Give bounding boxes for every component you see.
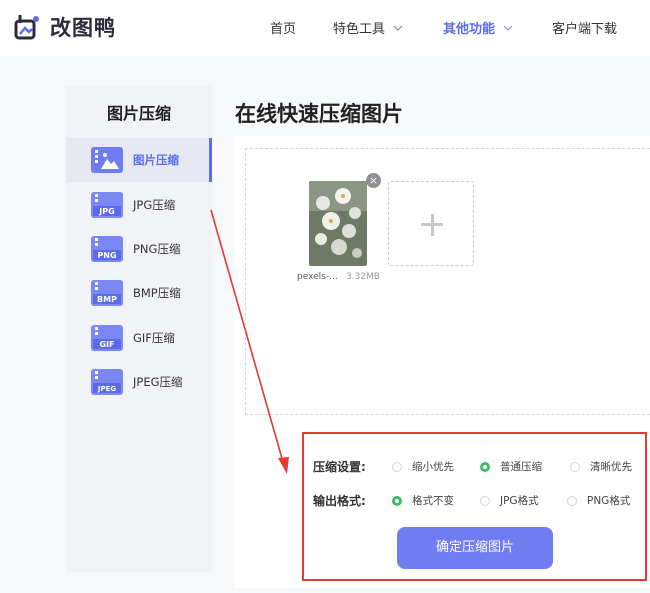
add-image-button[interactable] — [388, 181, 474, 266]
jpeg-file-icon: JPEG — [91, 369, 123, 395]
option-label: 格式不变 — [412, 495, 454, 507]
option-label: PNG格式 — [587, 495, 631, 507]
sidebar-item-label: JPEG压缩 — [133, 375, 183, 389]
png-file-icon-text: PNG — [97, 251, 116, 260]
sidebar-title: 图片压缩 — [106, 104, 171, 123]
chevron-down-icon — [393, 25, 403, 31]
sidebar-item-image-compress[interactable]: 图片压缩 — [66, 138, 212, 182]
option-keep-format[interactable]: 格式不变 — [392, 493, 454, 508]
gif-file-icon-text: GIF — [99, 340, 114, 349]
option-clarity-first[interactable]: 清晰优先 — [570, 459, 632, 474]
file-size: 3.32MB — [346, 272, 380, 282]
radio-normal-compress[interactable] — [480, 461, 490, 472]
option-label: 清晰优先 — [590, 461, 632, 473]
png-file-icon: PNG — [91, 236, 123, 262]
jpg-file-icon-text: JPG — [98, 207, 114, 216]
page-title: 在线快速压缩图片 — [235, 102, 403, 126]
confirm-compress-button[interactable]: 确定压缩图片 — [397, 527, 553, 569]
sidebar-item-jpeg-compress[interactable]: JPEG JPEG压缩 — [66, 360, 212, 404]
nav-special-tools[interactable]: 特色工具 — [333, 18, 403, 37]
nav-home[interactable]: 首页 — [270, 18, 296, 37]
sidebar-item-png-compress[interactable]: PNG PNG压缩 — [66, 227, 212, 271]
nav-special-tools-label: 特色工具 — [333, 22, 386, 37]
jpeg-file-icon-text: JPEG — [97, 385, 117, 393]
bmp-file-icon-text: BMP — [97, 295, 117, 304]
radio-shrink-first[interactable] — [392, 461, 402, 472]
option-png-format[interactable]: PNG格式 — [567, 493, 630, 508]
image-file-icon — [91, 147, 123, 173]
nav-home-label: 首页 — [270, 22, 297, 37]
sidebar-item-gif-compress[interactable]: GIF GIF压缩 — [66, 316, 212, 360]
radio-png-format[interactable] — [567, 495, 577, 506]
bmp-file-icon: BMP — [91, 280, 123, 306]
plus-icon-vertical — [430, 214, 434, 236]
remove-image-close-icon[interactable]: × — [366, 173, 381, 188]
jpg-file-icon: JPG — [91, 192, 123, 218]
flower-photo-image — [309, 181, 367, 266]
sidebar-item-label: GIF压缩 — [133, 331, 175, 345]
option-shrink-first[interactable]: 缩小优先 — [392, 459, 454, 474]
output-format-label: 输出格式: — [313, 494, 366, 508]
sidebar-item-label: BMP压缩 — [133, 286, 181, 300]
nav-other-features-label: 其他功能 — [443, 22, 496, 37]
nav-other-features[interactable]: 其他功能 — [443, 18, 513, 37]
sidebar: 图片压缩 图片压缩 JPG JPG压缩 PNG PNG压缩 BMP BMP压缩 … — [66, 86, 212, 572]
radio-keep-format[interactable] — [392, 495, 402, 506]
sidebar-item-label: PNG压缩 — [133, 242, 181, 256]
radio-jpg-format[interactable] — [480, 495, 490, 506]
top-header: 改图鸭 首页 特色工具 其他功能 客户端下载 — [0, 0, 650, 56]
uploaded-image-thumbnail[interactable] — [309, 181, 367, 266]
option-jpg-format[interactable]: JPG格式 — [480, 493, 539, 508]
sidebar-item-label: JPG压缩 — [133, 198, 176, 212]
option-label: 普通压缩 — [500, 461, 542, 473]
option-label: JPG格式 — [500, 495, 539, 507]
file-name: pexels-... — [297, 272, 338, 282]
sidebar-item-label: 图片压缩 — [133, 153, 179, 167]
compress-settings-label: 压缩设置: — [313, 460, 366, 474]
radio-clarity-first[interactable] — [570, 461, 580, 472]
nav-client-download-label: 客户端下载 — [552, 22, 618, 37]
gif-file-icon: GIF — [91, 325, 123, 351]
sidebar-item-bmp-compress[interactable]: BMP BMP压缩 — [66, 271, 212, 315]
option-normal-compress[interactable]: 普通压缩 — [480, 459, 542, 474]
nav-client-download[interactable]: 客户端下载 — [552, 18, 617, 37]
main-nav: 首页 特色工具 其他功能 客户端下载 — [0, 18, 650, 38]
option-label: 缩小优先 — [412, 461, 454, 473]
sidebar-item-jpg-compress[interactable]: JPG JPG压缩 — [66, 183, 212, 227]
chevron-down-icon — [503, 25, 513, 31]
